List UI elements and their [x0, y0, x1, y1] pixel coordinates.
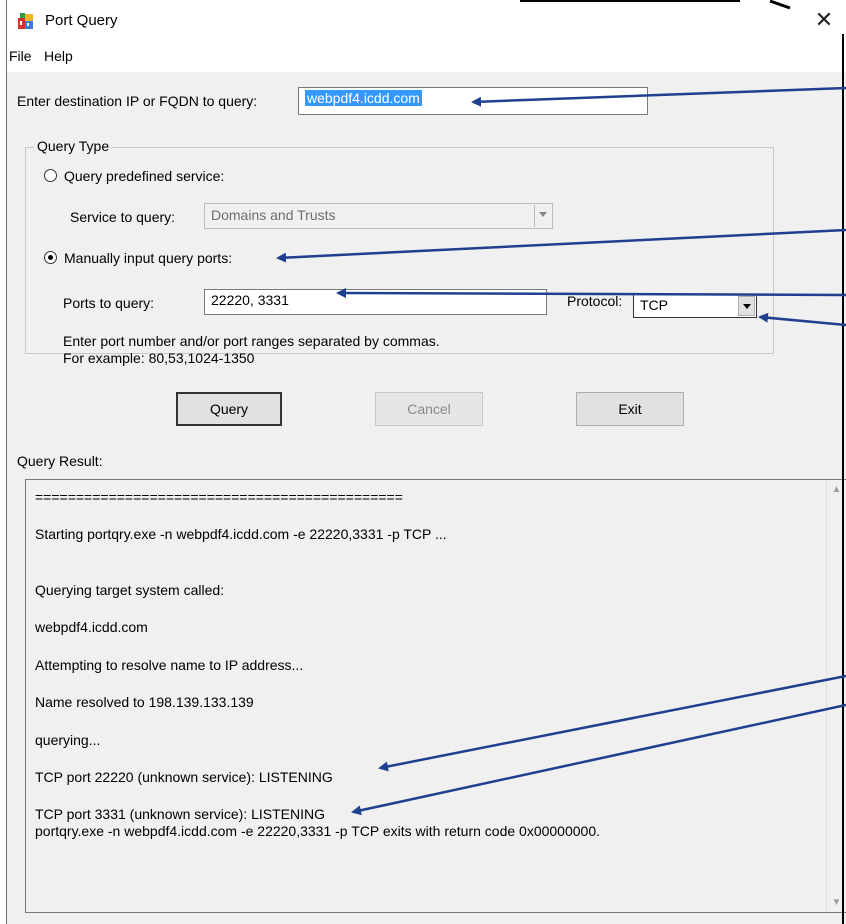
service-label: Service to query: [70, 209, 176, 225]
result-line: TCP port 22220 (unknown service): LISTEN… [35, 769, 333, 785]
protocol-select[interactable]: TCP [633, 294, 757, 318]
manual-ports-radio[interactable] [44, 251, 57, 264]
port-query-app-icon [18, 13, 33, 29]
predefined-service-radio[interactable] [44, 169, 57, 182]
result-line: webpdf4.icdd.com [35, 619, 148, 635]
result-line: Name resolved to 198.139.133.139 [35, 694, 254, 710]
radio-selected-dot [48, 255, 53, 260]
chevron-down-icon [534, 205, 551, 227]
cancel-button: Cancel [375, 392, 483, 426]
result-line: Querying target system called: [35, 582, 225, 598]
menu-bar: File Help [7, 42, 846, 72]
result-line: Starting portqry.exe -n webpdf4.icdd.com… [35, 526, 447, 542]
service-select: Domains and Trusts [204, 203, 553, 229]
ports-value: 22220, 3331 [211, 292, 289, 308]
close-icon[interactable]: ✕ [809, 6, 839, 36]
destination-value: webpdf4.icdd.com [305, 90, 422, 106]
manual-ports-label: Manually input query ports: [64, 250, 233, 266]
menu-help[interactable]: Help [44, 48, 73, 64]
query-result-output[interactable]: ========================================… [25, 479, 846, 913]
result-scrollbar[interactable]: ▲ ▼ [826, 480, 846, 912]
result-line: TCP port 3331 (unknown service): LISTENI… [35, 806, 325, 822]
predefined-service-label: Query predefined service: [64, 168, 225, 184]
protocol-value: TCP [640, 297, 668, 313]
title-bar: Port Query ✕ [7, 0, 846, 42]
port-query-window: Port Query ✕ File Help Enter destination… [6, 0, 846, 924]
ports-input[interactable]: 22220, 3331 [204, 289, 547, 315]
destination-label: Enter destination IP or FQDN to query: [17, 93, 258, 109]
destination-input[interactable]: webpdf4.icdd.com [298, 87, 648, 115]
result-line: querying... [35, 732, 101, 748]
result-line: Attempting to resolve name to IP address… [35, 657, 304, 673]
menu-file[interactable]: File [9, 48, 32, 64]
ports-hint-line1: Enter port number and/or port ranges sep… [63, 333, 440, 349]
service-value: Domains and Trusts [211, 207, 336, 223]
exit-button[interactable]: Exit [576, 392, 684, 426]
ports-hint-line2: For example: 80,53,1024-1350 [63, 350, 255, 366]
scroll-down-icon[interactable]: ▼ [827, 893, 846, 912]
result-line: ========================================… [35, 489, 403, 505]
query-type-legend: Query Type [34, 138, 113, 154]
scroll-up-icon[interactable]: ▲ [827, 480, 846, 499]
window-title: Port Query [45, 12, 118, 29]
chevron-down-icon[interactable] [738, 296, 755, 316]
protocol-label: Protocol: [567, 293, 623, 309]
result-line: portqry.exe -n webpdf4.icdd.com -e 22220… [35, 823, 601, 839]
ports-label: Ports to query: [63, 295, 155, 311]
query-button[interactable]: Query [176, 392, 282, 426]
query-result-label: Query Result: [17, 453, 103, 469]
